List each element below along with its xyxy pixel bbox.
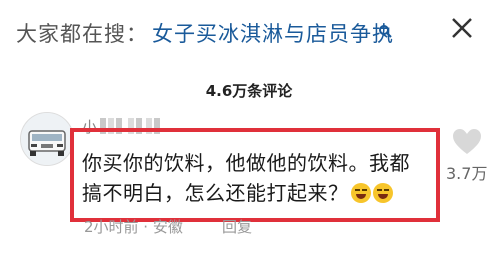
heart-icon[interactable]	[452, 128, 482, 156]
reply-button[interactable]: 回复	[222, 216, 252, 237]
highlight-box	[70, 128, 440, 222]
avatar[interactable]	[20, 112, 74, 166]
trending-search-topic-link[interactable]: 女子买冰淇淋与店员争执	[152, 18, 394, 48]
close-icon[interactable]	[448, 14, 476, 42]
comment-timestamp-location: 2小时前 · 安徽	[84, 218, 183, 236]
search-prefix-label: 大家都在搜：	[16, 22, 148, 46]
like-count: 3.7万	[446, 164, 488, 183]
search-icon[interactable]	[378, 24, 392, 38]
car-avatar-image	[21, 113, 73, 165]
search-suggestion-bar: 大家都在搜： 女子买冰淇淋与店员争执	[0, 0, 498, 64]
comment-count-heading: 4.6万条评论	[205, 82, 293, 100]
